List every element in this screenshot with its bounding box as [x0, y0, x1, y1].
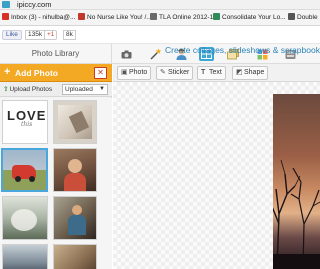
text-icon: T [201, 69, 206, 76]
plus-count: 8k [63, 30, 76, 40]
bookmark-double[interactable]: Double [288, 13, 318, 23]
blog-icon [78, 13, 85, 20]
add-photo-tool-button[interactable]: ▣Photo [117, 66, 152, 80]
gmail-icon [2, 13, 9, 20]
like-count: 135k [25, 30, 46, 40]
page-icon [150, 13, 157, 20]
plus-icon: + [4, 66, 11, 78]
add-photo-bar[interactable]: + Add Photo ✕ [0, 64, 112, 82]
tagline: Create collages, slideshows & scrapbooks… [165, 45, 320, 55]
page-icon [213, 13, 220, 20]
bookmarks-bar: Inbox (3) - nihulba@... No Nurse Like Yo… [0, 10, 320, 26]
magic-wand-icon[interactable] [148, 47, 163, 61]
source-filter-select[interactable]: Uploaded ▼ [62, 84, 108, 95]
add-sticker-button[interactable]: ✎ Sticker [156, 66, 194, 80]
url-text[interactable]: ipiccy.com [17, 0, 51, 9]
photo-thumbnail[interactable] [2, 196, 48, 240]
photo-thumbnails: LOVE this [0, 98, 112, 269]
photo-thumbnail[interactable] [53, 100, 97, 144]
add-photo-label: Add Photo [15, 68, 58, 78]
photo-thumbnail[interactable] [53, 148, 97, 192]
bookmark-inbox[interactable]: Inbox (3) - nihulba@... [2, 13, 75, 23]
add-text-button[interactable]: T Text [197, 66, 226, 80]
canvas-toolbar: ▣Photo ✎ Sticker T Text ◩Shape [113, 64, 320, 82]
photo-thumbnail-selected[interactable] [1, 148, 48, 192]
photo-library-title: Photo Library [0, 44, 112, 64]
photo-thumbnail[interactable] [2, 244, 48, 269]
thumbnail-love-subtext: this [21, 121, 33, 128]
upload-arrow-icon: ⇧ [3, 86, 9, 93]
canvas-photo[interactable] [273, 94, 320, 269]
collage-canvas[interactable] [113, 82, 320, 269]
photo-library-panel: + Add Photo ✕ ⇧Upload Photos Uploaded ▼ … [0, 64, 112, 269]
upload-row: ⇧Upload Photos Uploaded ▼ [0, 82, 112, 97]
bookmark-tla-online[interactable]: TLA Online 2012-13 [150, 13, 217, 23]
chevron-down-icon: ▼ [99, 86, 105, 92]
address-bar[interactable]: ipiccy.com [0, 0, 320, 10]
image-icon: ▣ [121, 69, 128, 76]
add-shape-button[interactable]: ◩Shape [232, 66, 269, 80]
page-icon [288, 13, 295, 20]
site-favicon-icon [2, 1, 10, 8]
upload-photos-button[interactable]: ⇧Upload Photos [3, 84, 52, 95]
social-bar: Like 135k +1 8k [0, 26, 320, 44]
facebook-like-button[interactable]: Like [2, 30, 22, 40]
google-plus-button[interactable]: +1 [44, 30, 58, 40]
photo-thumbnail[interactable] [53, 196, 97, 240]
photo-thumbnail[interactable]: LOVE this [2, 100, 48, 144]
bookmark-consolidate[interactable]: Consolidate Your Lo... [213, 13, 286, 23]
photo-thumbnail[interactable] [53, 244, 97, 269]
bookmark-no-nurse[interactable]: No Nurse Like You! /... [78, 13, 152, 23]
sticker-icon: ✎ [160, 69, 166, 76]
like-label: Like [6, 31, 18, 38]
shape-icon: ◩ [236, 69, 243, 76]
camera-icon[interactable] [119, 47, 134, 61]
close-button[interactable]: ✕ [94, 67, 107, 79]
